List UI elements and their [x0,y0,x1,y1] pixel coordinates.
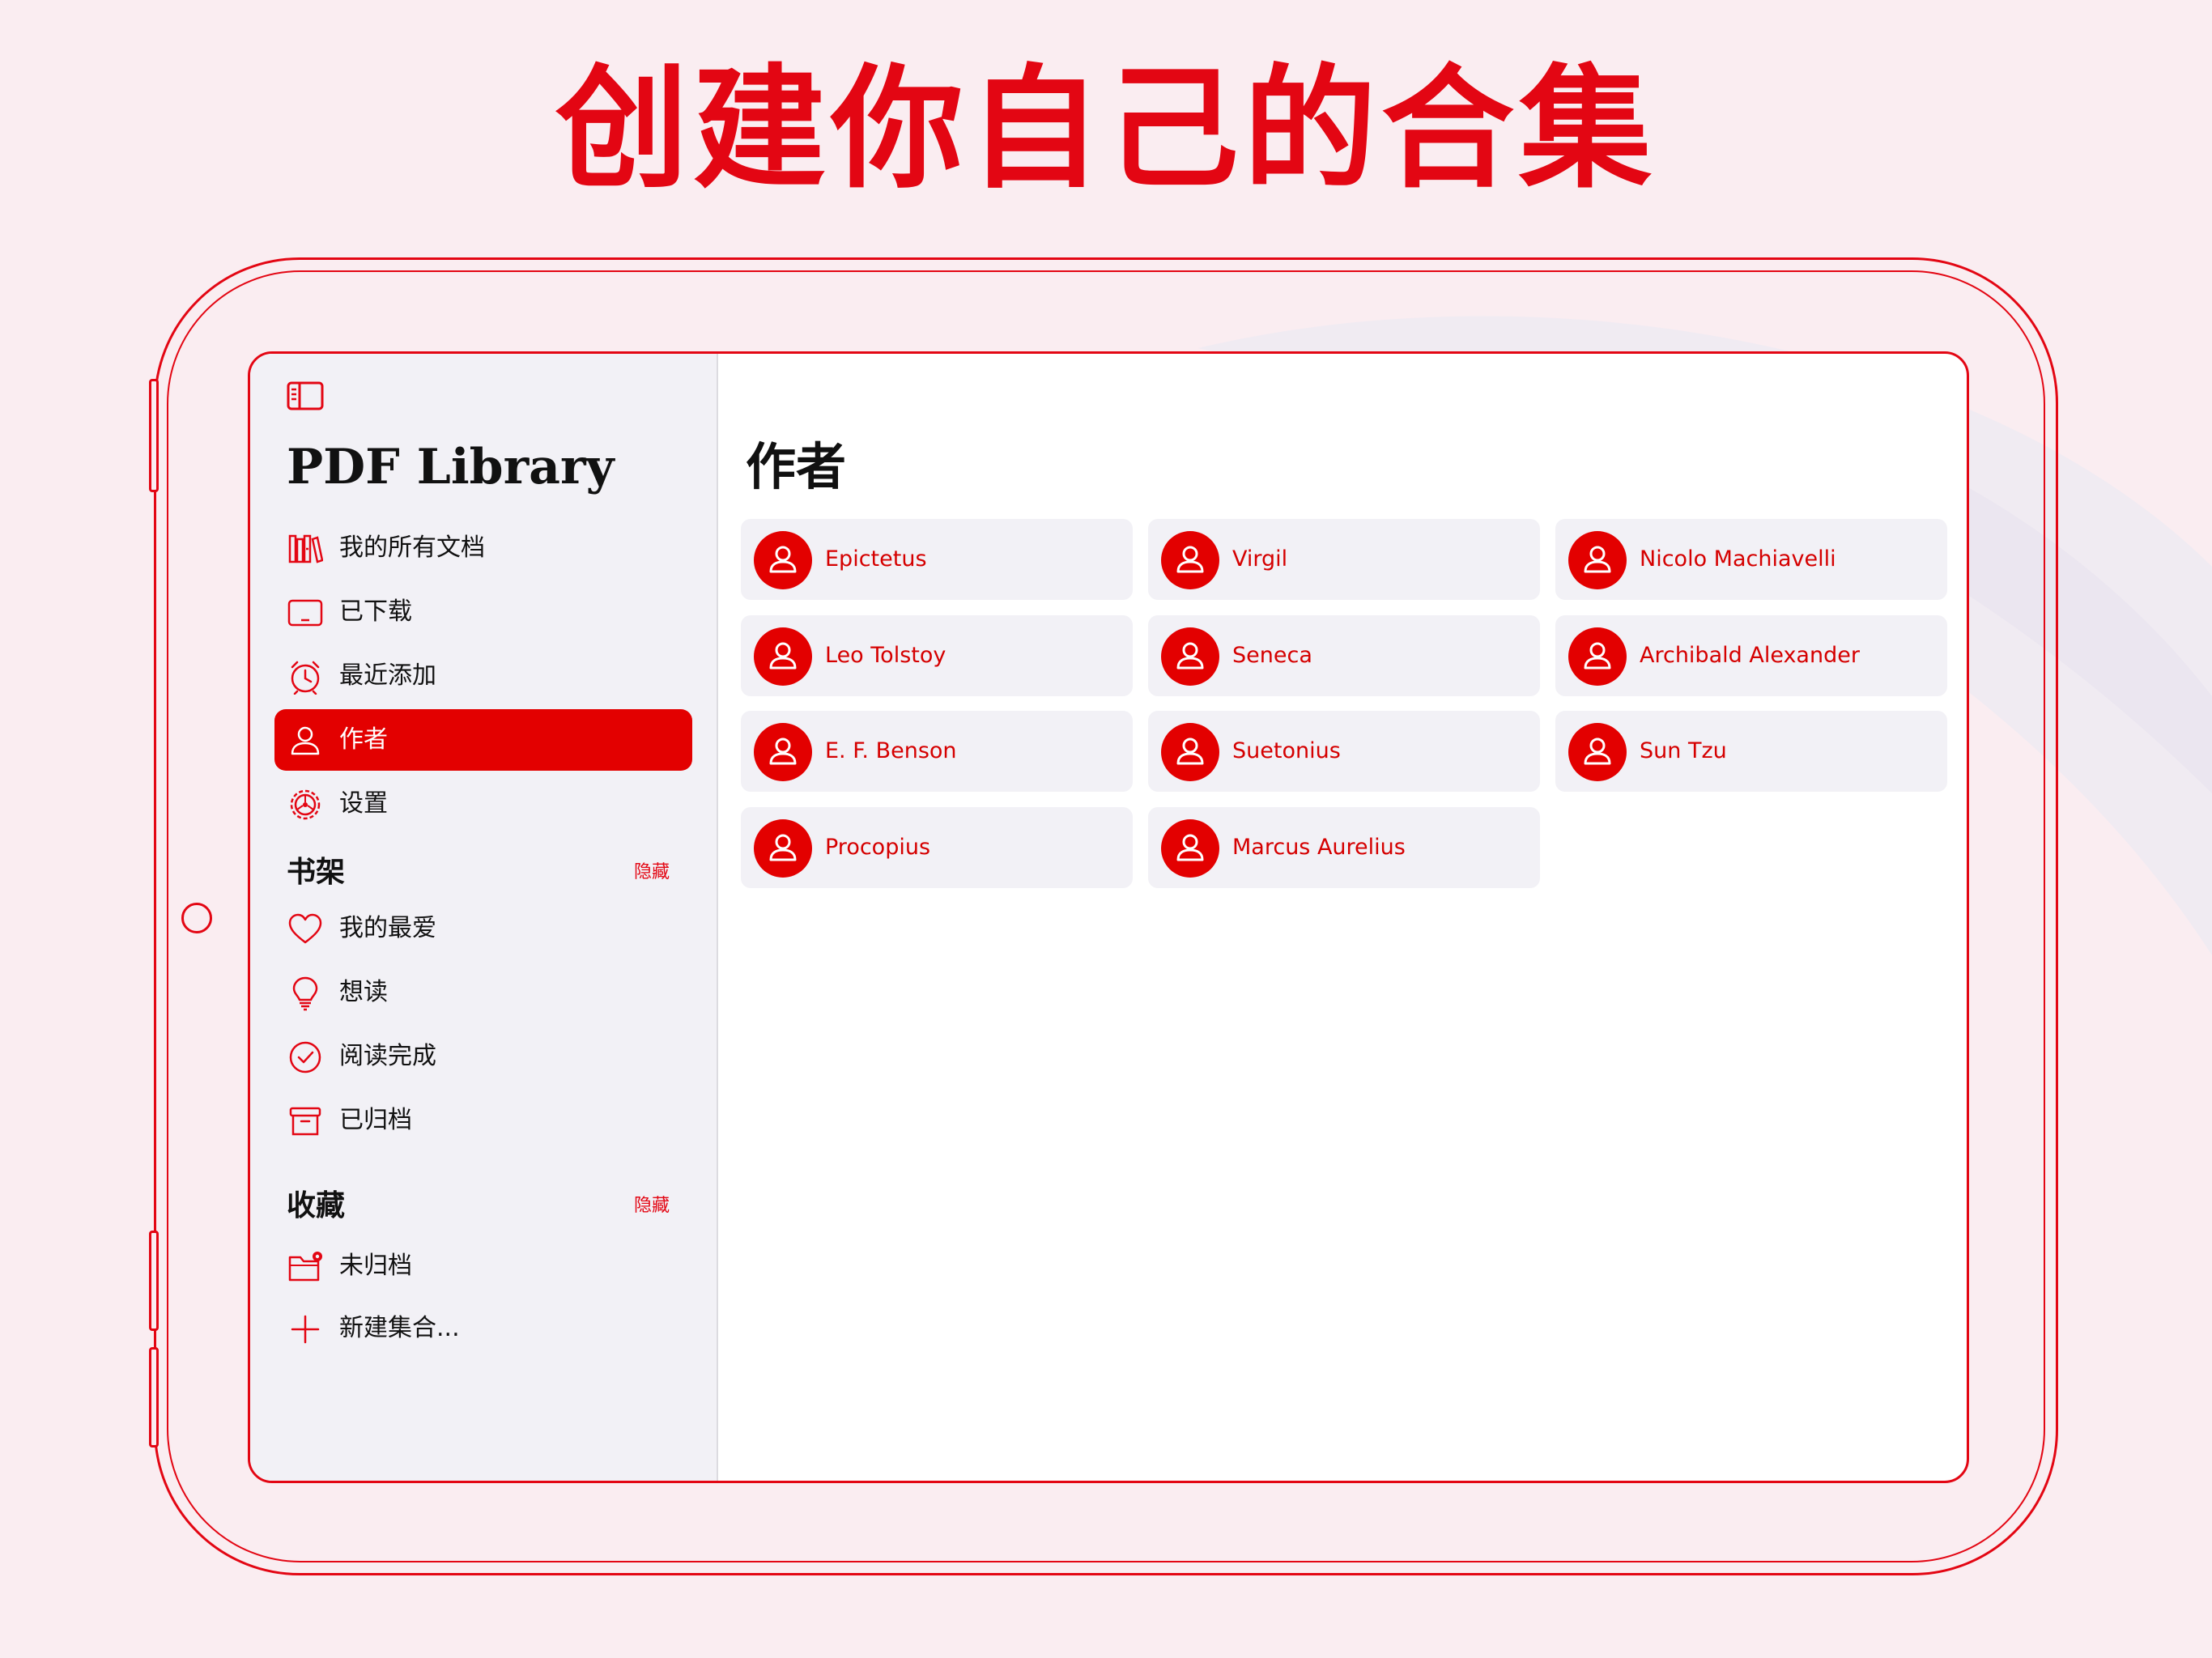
folder-badge-icon [288,1252,322,1282]
new-collection-button[interactable]: 新建集合... [274,1298,692,1359]
sidebar-icon[interactable] [287,380,324,411]
author-name: Suetonius [1232,738,1341,763]
sidebar: PDF Library 我的所有文档 已下载 最近添加 作者 设置 书架 隐藏 … [250,354,718,1481]
gear-icon [290,789,321,820]
author-card[interactable]: Procopius [741,807,1133,888]
nav-item-favorites[interactable]: 我的最爱 [274,898,692,959]
person-avatar-icon [754,627,812,686]
author-card[interactable]: Sun Tzu [1555,711,1947,792]
author-card[interactable]: Marcus Aurelius [1148,807,1540,888]
author-name: Seneca [1232,643,1312,668]
power-button [149,1347,159,1448]
author-name: Nicolo Machiavelli [1640,546,1836,572]
author-card[interactable]: Leo Tolstoy [741,615,1133,696]
nav-label: 我的最爱 [339,914,436,942]
nav-item-settings[interactable]: 设置 [274,773,692,835]
author-name: Leo Tolstoy [825,643,946,668]
section-header-collections: 收藏 [287,1189,346,1222]
clock-icon [291,661,320,695]
author-card[interactable]: Archibald Alexander [1555,615,1947,696]
person-avatar-icon [1568,627,1627,686]
app-screen: PDF Library 我的所有文档 已下载 最近添加 作者 设置 书架 隐藏 … [248,351,1969,1483]
section-header-shelves: 书架 [287,856,346,889]
app-title: PDF Library [287,439,615,495]
volume-button-down [149,1231,159,1331]
author-card[interactable]: Epictetus [741,519,1133,600]
person-avatar-icon [754,819,812,878]
nav-item-want-to-read[interactable]: 想读 [274,962,692,1023]
person-avatar-icon [1161,723,1219,781]
nav-label: 设置 [339,789,388,818]
nav-label: 我的所有文档 [339,534,485,562]
person-icon [291,726,320,755]
shelves-hide-button[interactable]: 隐藏 [634,852,670,893]
person-avatar-icon [1161,531,1219,589]
volume-button-up [149,379,159,492]
checkmark-circle-icon [289,1041,321,1073]
nav-label: 已下载 [339,597,412,626]
heart-icon [288,913,322,944]
author-name: Sun Tzu [1640,738,1727,763]
nav-label: 已归档 [339,1106,412,1134]
nav-item-recently-added[interactable]: 最近添加 [274,645,692,707]
nav-label: 最近添加 [339,661,436,690]
plus-icon [291,1315,320,1344]
ipad-icon [287,599,323,627]
nav-item-archived[interactable]: 已归档 [274,1090,692,1151]
collections-hide-button[interactable]: 隐藏 [634,1186,670,1226]
nav-item-all-documents[interactable]: 我的所有文档 [274,517,692,579]
author-card[interactable]: Nicolo Machiavelli [1555,519,1947,600]
archive-box-icon [289,1107,321,1136]
author-name: E. F. Benson [825,738,957,763]
person-avatar-icon [754,723,812,781]
person-avatar-icon [1161,627,1219,686]
nav-item-authors[interactable]: 作者 [274,709,692,771]
nav-label: 新建集合... [339,1314,460,1342]
nav-item-downloaded[interactable]: 已下载 [274,581,692,643]
author-name: Virgil [1232,546,1288,572]
author-name: Archibald Alexander [1640,643,1860,668]
author-card[interactable]: Virgil [1148,519,1540,600]
nav-item-finished-reading[interactable]: 阅读完成 [274,1026,692,1087]
person-avatar-icon [1161,819,1219,878]
nav-label: 作者 [339,725,388,754]
person-avatar-icon [754,531,812,589]
page-title: 作者 [746,437,847,496]
nav-label: 阅读完成 [339,1042,436,1070]
author-name: Procopius [825,835,931,860]
nav-label: 未归档 [339,1252,412,1280]
author-card[interactable]: E. F. Benson [741,711,1133,792]
nav-label: 想读 [339,978,388,1006]
author-card[interactable]: Suetonius [1148,711,1540,792]
author-name: Epictetus [825,546,927,572]
person-avatar-icon [1568,723,1627,781]
promo-headline: 创建你自己的合集 [555,52,1657,206]
author-card[interactable]: Seneca [1148,615,1540,696]
person-avatar-icon [1568,531,1627,589]
books-icon [288,534,323,563]
lightbulb-icon [292,976,318,1011]
author-name: Marcus Aurelius [1232,835,1406,860]
front-camera [181,903,212,933]
nav-item-unfiled[interactable]: 未归档 [274,1235,692,1297]
